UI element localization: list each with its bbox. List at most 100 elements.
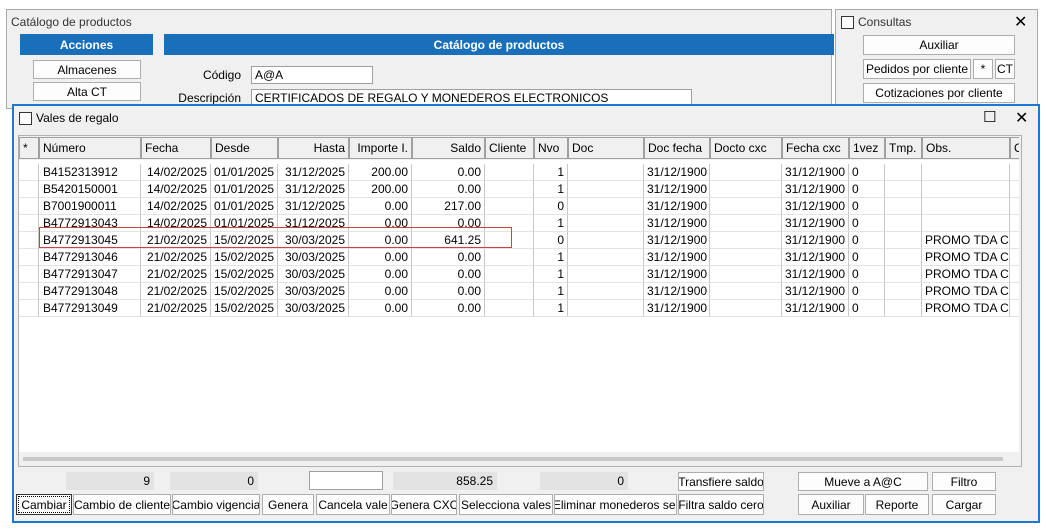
col-header-numero[interactable]: Número [39, 137, 141, 159]
cell-saldo: 0.00 [412, 300, 485, 317]
cell-obs [922, 215, 1010, 232]
cell-nvo: 1 [534, 266, 568, 283]
cell-doc [568, 249, 644, 266]
transfiere-saldo-button[interactable]: Transfiere saldo [678, 472, 764, 491]
cell-cliente [485, 164, 534, 181]
col-header-desde[interactable]: Desde [211, 137, 278, 159]
filtro-button[interactable]: Filtro [932, 472, 996, 491]
cell-desde: 15/02/2025 [211, 266, 278, 283]
selecciona-vales-button[interactable]: Selecciona vales [459, 494, 553, 515]
table-row[interactable]: B5420150001 14/02/2025 01/01/2025 31/12/202… [19, 181, 1021, 198]
cell-1vez: 0 [849, 181, 885, 198]
cell-docto-cxc [710, 300, 782, 317]
alta-ct-button[interactable]: Alta CT [33, 82, 141, 101]
eliminar-monederos-button[interactable]: Eliminar monederos sel [554, 494, 677, 515]
cell-hasta: 30/03/2025 [278, 249, 349, 266]
consultas-window: Consultas ✕ Auxiliar Pedidos por cliente… [835, 9, 1038, 109]
cell-fecha: 14/02/2025 [141, 181, 211, 198]
mueve-a-button[interactable]: Mueve a A@C [798, 472, 928, 491]
col-header-doc-fecha[interactable]: Doc fecha [644, 137, 710, 159]
col-header-hasta[interactable]: Hasta [278, 137, 349, 159]
cell-1vez: 0 [849, 283, 885, 300]
table-row[interactable]: B4772913049 21/02/2025 15/02/2025 30/03/202… [19, 300, 1021, 317]
star-button[interactable]: * [973, 59, 993, 79]
cell-fecha: 21/02/2025 [141, 283, 211, 300]
cambio-vigencia-button[interactable]: Cambio vigencia [172, 494, 260, 515]
cell-desde: 15/02/2025 [211, 283, 278, 300]
cancela-vale-button[interactable]: Cancela vale [316, 494, 390, 515]
genera-button[interactable]: Genera [262, 494, 314, 515]
cell-1vez: 0 [849, 215, 885, 232]
table-row[interactable]: B4772913047 21/02/2025 15/02/2025 30/03/202… [19, 266, 1021, 283]
table-row[interactable]: B4772913046 21/02/2025 15/02/2025 30/03/202… [19, 249, 1021, 266]
summary-input[interactable] [309, 471, 383, 490]
cell-hasta: 30/03/2025 [278, 266, 349, 283]
vertical-scrollbar[interactable]: ▲ ▼ [1019, 136, 1021, 466]
cell-desde: 01/01/2025 [211, 164, 278, 181]
filtra-saldo-cero-button[interactable]: Filtra saldo cero [678, 494, 764, 515]
cell-doc-fecha: 31/12/1900 [644, 198, 710, 215]
col-header-tmp[interactable]: Tmp. [885, 137, 922, 159]
almacenes-button[interactable]: Almacenes [33, 60, 141, 79]
col-header-1vez[interactable]: 1vez [849, 137, 885, 159]
horizontal-scrollbar[interactable] [19, 452, 1019, 466]
vales-window: Vales de regalo ☐ ✕ * Número Fecha Desde Has… [12, 104, 1040, 523]
grid-header: * Número Fecha Desde Hasta Importe I. Saldo Cli… [19, 136, 1021, 160]
cell-numero: B4772913049 [39, 300, 141, 317]
acciones-header: Acciones [20, 34, 153, 55]
col-header-importe[interactable]: Importe I. [349, 137, 412, 159]
cambiar-button[interactable]: Cambiar [16, 494, 72, 515]
cambio-de-cliente-button[interactable]: Cambio de cliente [73, 494, 171, 515]
cell-cliente [485, 283, 534, 300]
consultas-close-icon[interactable]: ✕ [1014, 12, 1027, 32]
col-header-saldo[interactable]: Saldo [412, 137, 485, 159]
cell-fecha: 14/02/2025 [141, 164, 211, 181]
cell-tmp [885, 266, 922, 283]
genera-cxc-button[interactable]: Genera CXC [391, 494, 457, 515]
cell-cliente [485, 249, 534, 266]
ct-button[interactable]: CT [995, 59, 1015, 79]
pedidos-por-cliente-button[interactable]: Pedidos por cliente [863, 59, 971, 79]
cell-star [19, 283, 39, 300]
col-header-cliente[interactable]: Cliente [485, 137, 534, 159]
col-header-star[interactable]: * [19, 137, 39, 159]
col-header-fecha[interactable]: Fecha [141, 137, 211, 159]
cell-doc-fecha: 31/12/1900 [644, 283, 710, 300]
col-header-obs[interactable]: Obs. [922, 137, 1010, 159]
col-header-fecha-cxc[interactable]: Fecha cxc [782, 137, 849, 159]
codigo-field[interactable]: A@A [251, 66, 373, 84]
table-row[interactable]: B7001900011 14/02/2025 01/01/2025 31/12/202… [19, 198, 1021, 215]
cell-obs [922, 181, 1010, 198]
cell-doc [568, 232, 644, 249]
consultas-auxiliar-button[interactable]: Auxiliar [863, 35, 1015, 55]
cell-saldo: 0.00 [412, 181, 485, 198]
cell-saldo: 0.00 [412, 249, 485, 266]
cell-desde: 15/02/2025 [211, 249, 278, 266]
cell-docto-cxc [710, 181, 782, 198]
cell-desde: 01/01/2025 [211, 198, 278, 215]
cotizaciones-por-cliente-button[interactable]: Cotizaciones por cliente [863, 83, 1015, 103]
vales-grid[interactable]: * Número Fecha Desde Hasta Importe I. Saldo Cli… [18, 135, 1022, 467]
cell-tmp [885, 300, 922, 317]
cell-doc [568, 181, 644, 198]
catalogo-window: Catálogo de productos Acciones Catálogo … [6, 9, 834, 109]
col-header-nvo[interactable]: Nvo [534, 137, 568, 159]
cell-doc [568, 300, 644, 317]
vales-close-icon[interactable]: ✕ [1015, 108, 1028, 128]
cell-importe: 0.00 [349, 283, 412, 300]
cell-obs: PROMO TDA CI [922, 249, 1010, 266]
cell-1vez: 0 [849, 232, 885, 249]
cell-docto-cxc [710, 283, 782, 300]
cell-fecha-cxc: 31/12/1900 [782, 300, 849, 317]
table-row[interactable]: B4772913048 21/02/2025 15/02/2025 30/03/202… [19, 283, 1021, 300]
table-row[interactable]: B4152313912 14/02/2025 01/01/2025 31/12/202… [19, 164, 1021, 181]
horizontal-scroll-thumb[interactable] [23, 457, 1003, 461]
col-header-docto-cxc[interactable]: Docto cxc [710, 137, 782, 159]
cell-doc [568, 215, 644, 232]
reporte-button[interactable]: Reporte [865, 494, 929, 515]
cell-doc [568, 283, 644, 300]
maximize-icon[interactable]: ☐ [983, 108, 996, 126]
auxiliar-button[interactable]: Auxiliar [798, 494, 864, 515]
cargar-button[interactable]: Cargar [932, 494, 996, 515]
col-header-doc[interactable]: Doc [568, 137, 644, 159]
